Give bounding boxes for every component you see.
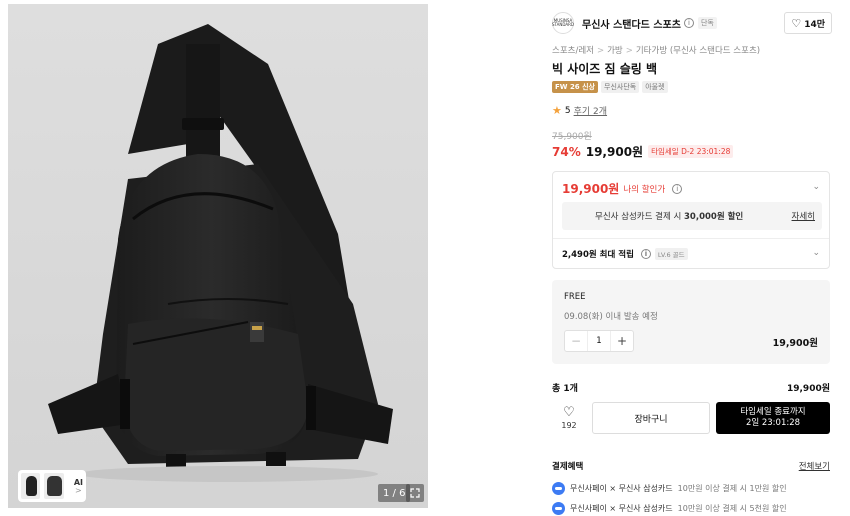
season-tag: FW 26 신상 xyxy=(552,81,598,93)
chevron-right-icon: > xyxy=(625,46,633,56)
rating-value: 5 xyxy=(564,105,571,116)
see-all-link[interactable]: 전체보기 xyxy=(799,460,830,472)
review-link[interactable]: 후기 2개 xyxy=(574,104,607,117)
exclusive-tag: 무신사단독 xyxy=(601,81,640,93)
pay-icon xyxy=(552,502,565,515)
total-label: 총 1개 xyxy=(552,384,578,394)
payment-benefits-title: 결제혜택 xyxy=(552,462,584,472)
wishlist-count: 192 xyxy=(561,421,577,430)
plus-button[interactable]: + xyxy=(611,331,633,351)
chevron-down-icon[interactable]: ⌄ xyxy=(812,248,820,258)
chevron-down-icon[interactable]: ⌄ xyxy=(812,182,820,192)
rating: ★ 5 후기 2개 xyxy=(552,104,607,117)
product-image xyxy=(8,4,428,508)
points-row[interactable]: 2,490원 최대 적립 i LV.6 골드 xyxy=(562,248,688,260)
shipping-label: FREE xyxy=(564,292,586,302)
product-image-gallery[interactable]: AI > 1 / 6 xyxy=(8,4,428,508)
thumbnail-1[interactable] xyxy=(21,473,41,499)
star-icon: ★ xyxy=(552,104,562,117)
minus-button[interactable]: − xyxy=(565,331,587,351)
expand-icon[interactable] xyxy=(406,484,424,502)
ai-search-button[interactable]: AI > xyxy=(74,478,83,495)
brand-like-count: 14만 xyxy=(804,19,825,30)
option-box: FREE 09.08(화) 이내 발송 예정 − 1 + 19,900원 xyxy=(552,280,830,364)
benefit-item: 무신사페이 × 무신사 삼성카드 10만원 이상 결제 시 1만원 할인 xyxy=(552,482,787,495)
info-icon[interactable]: i xyxy=(672,183,683,194)
my-price-box: 19,900원 나의 할인가 i ⌄ 무신사 삼성카드 결제 시 30,000원… xyxy=(552,171,830,269)
brand-name[interactable]: 무신사 스탠다드 스포츠 xyxy=(582,16,681,31)
brand-like-button[interactable]: ♡ 14만 xyxy=(784,12,832,34)
card-promo-prefix: 무신사 삼성카드 결제 시 xyxy=(595,212,685,222)
discount-rate: 74% xyxy=(552,144,581,159)
info-icon[interactable]: i xyxy=(640,249,651,259)
exclusive-tag: 단독 xyxy=(697,17,717,29)
my-price-label: 나의 할인가 xyxy=(623,184,666,195)
quantity-stepper: − 1 + xyxy=(564,330,634,352)
payment-benefits-header: 결제혜택 전체보기 xyxy=(552,460,830,472)
benefit-sub: 10만원 이상 결제 시 5천원 할인 xyxy=(677,504,787,513)
card-promo-amount: 30,000원 할인 xyxy=(684,212,744,222)
buy-button-line1: 타임세일 종료까지 xyxy=(740,406,806,417)
card-promo-text: 무신사 삼성카드 결제 시 30,000원 할인 xyxy=(595,210,743,222)
buy-button-line2: 2일 23:01:28 xyxy=(745,418,801,428)
outlet-tag: 아울렛 xyxy=(642,81,668,93)
brand-logo-text: MUSINSA STANDARD xyxy=(552,18,575,27)
wishlist-button[interactable]: ♡ 192 xyxy=(552,402,586,434)
pay-icon xyxy=(552,482,565,495)
my-price: 19,900원 xyxy=(562,182,620,196)
shipping-date: 09.08(화) 이내 발송 예정 xyxy=(564,312,658,322)
card-promo: 무신사 삼성카드 결제 시 30,000원 할인 자세히 xyxy=(562,202,822,230)
my-price-row[interactable]: 19,900원 나의 할인가 i xyxy=(562,180,683,197)
price-row: 74% 19,900원 타임세일 D-2 23:01:28 xyxy=(552,143,734,160)
benefit-main: 무신사페이 × 무신사 삼성카드 xyxy=(570,484,673,493)
info-icon[interactable]: i xyxy=(683,18,694,28)
sale-price: 19,900원 xyxy=(585,145,644,159)
divider xyxy=(553,238,829,239)
thumbnail-2[interactable] xyxy=(44,473,64,499)
chevron-right-icon: > xyxy=(596,46,605,56)
heart-icon: ♡ xyxy=(563,405,575,420)
breadcrumb-item[interactable]: 기타가방 (무신사 스탠다드 스포츠) xyxy=(636,46,760,56)
total-price: 19,900원 xyxy=(786,384,830,394)
cart-button[interactable]: 장바구니 xyxy=(592,402,710,434)
original-price: 75,900원 xyxy=(552,132,592,142)
benefit-main: 무신사페이 × 무신사 삼성카드 xyxy=(570,504,673,513)
total-row: 총 1개 19,900원 xyxy=(552,381,830,394)
product-tags: FW 26 신상 무신사단독 아울렛 xyxy=(552,81,668,93)
breadcrumb-item[interactable]: 가방 xyxy=(607,46,623,56)
chevron-right-icon: > xyxy=(75,485,82,495)
points-text: 2,490원 최대 적립 xyxy=(562,250,634,260)
brand-logo[interactable]: MUSINSA STANDARD xyxy=(552,12,574,34)
level-badge: LV.6 골드 xyxy=(654,248,688,260)
breadcrumb-item[interactable]: 스포츠/레저 xyxy=(552,46,594,56)
buy-button[interactable]: 타임세일 종료까지 2일 23:01:28 xyxy=(716,402,830,434)
option-price: 19,900원 xyxy=(772,338,818,349)
action-row: ♡ 192 장바구니 타임세일 종료까지 2일 23:01:28 xyxy=(552,402,830,434)
benefit-sub: 10만원 이상 결제 시 1만원 할인 xyxy=(677,484,787,493)
quantity-input[interactable]: 1 xyxy=(587,331,611,351)
thumbnail-strip[interactable]: AI > xyxy=(18,470,86,502)
product-title: 빅 사이즈 짐 슬링 백 xyxy=(552,62,658,76)
time-sale-badge: 타임세일 D-2 23:01:28 xyxy=(648,145,734,158)
product-info-panel: MUSINSA STANDARD 무신사 스탠다드 스포츠 i 단독 ♡ 14만… xyxy=(552,0,832,516)
benefit-item: 무신사페이 × 무신사 삼성카드 10만원 이상 결제 시 5천원 할인 xyxy=(552,502,787,515)
heart-icon: ♡ xyxy=(791,16,802,30)
breadcrumb: 스포츠/레저 > 가방 > 기타가방 (무신사 스탠다드 스포츠) xyxy=(552,44,760,56)
brand-row: MUSINSA STANDARD 무신사 스탠다드 스포츠 i 단독 ♡ 14만 xyxy=(552,11,832,35)
detail-link[interactable]: 자세히 xyxy=(792,210,815,222)
